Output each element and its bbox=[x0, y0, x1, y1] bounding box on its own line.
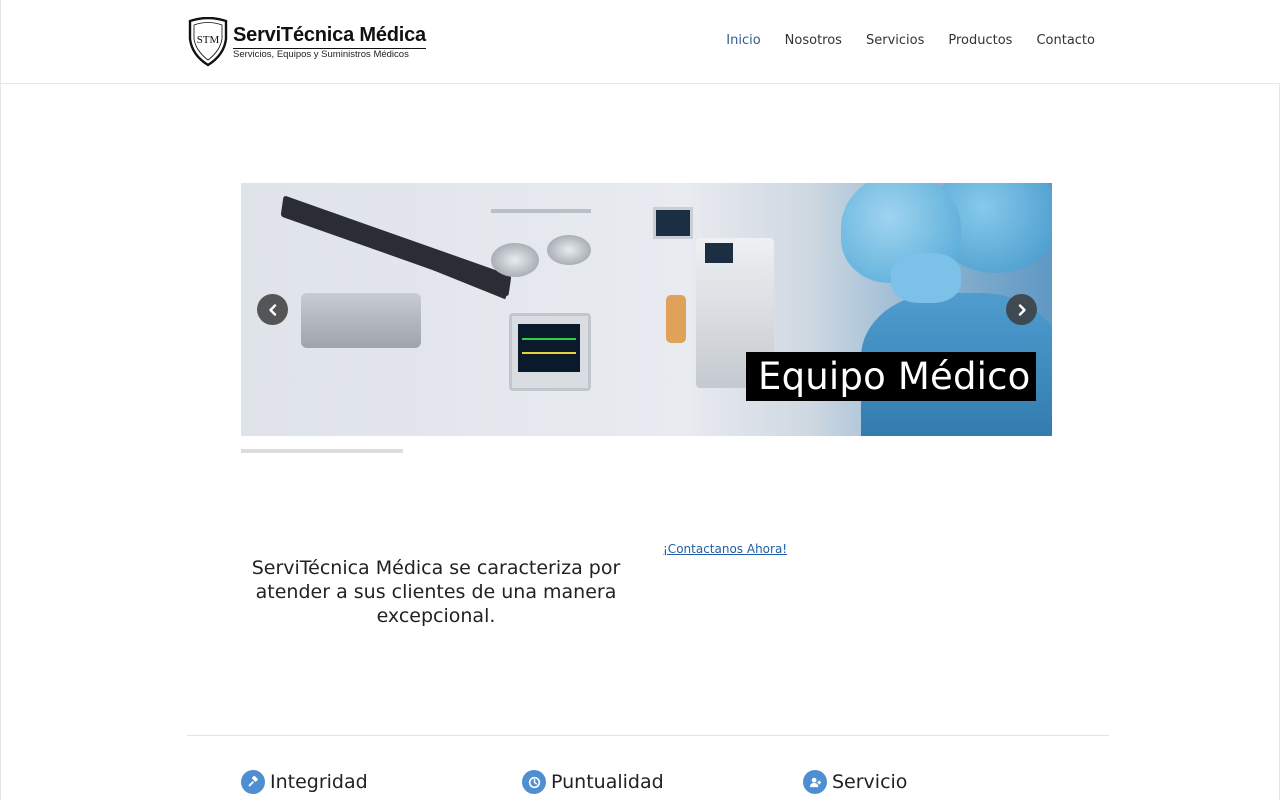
feature-servicio: Servicio bbox=[803, 770, 907, 794]
company-tagline: ServiTécnica Médica se caracteriza por a… bbox=[251, 557, 621, 627]
patient-monitor-image bbox=[509, 313, 591, 391]
page: STM ServiTécnica Médica Servicios, Equip… bbox=[0, 0, 1280, 800]
section-divider bbox=[187, 735, 1109, 736]
operating-table-image bbox=[301, 293, 421, 348]
anesthesia-screen-image bbox=[705, 243, 733, 263]
feature-integridad: Integridad bbox=[241, 770, 368, 794]
hero-slider: Equipo Médico bbox=[241, 183, 1052, 436]
feature-title: Puntualidad bbox=[551, 771, 664, 793]
brand-subtitle: Servicios, Equipos y Suministros Médicos bbox=[233, 47, 426, 60]
slider-next-button[interactable] bbox=[1006, 294, 1037, 325]
doctor-mask-image bbox=[891, 253, 961, 303]
main-nav: Inicio Nosotros Servicios Productos Cont… bbox=[702, 33, 1095, 48]
anesthesia-screen-image bbox=[653, 207, 693, 239]
nav-item-nosotros[interactable]: Nosotros bbox=[785, 33, 842, 48]
anesthesia-tank-image bbox=[666, 295, 686, 343]
user-plus-icon bbox=[803, 770, 827, 794]
clock-icon bbox=[522, 770, 546, 794]
site-header: STM ServiTécnica Médica Servicios, Equip… bbox=[1, 0, 1280, 84]
feature-puntualidad: Puntualidad bbox=[522, 770, 664, 794]
brand-title: ServiTécnica Médica bbox=[233, 23, 426, 46]
surgical-lamp-image bbox=[547, 235, 591, 265]
shield-logo-icon: STM bbox=[188, 17, 228, 67]
site-logo[interactable]: STM ServiTécnica Médica Servicios, Equip… bbox=[187, 16, 427, 68]
surgical-lamp-image bbox=[491, 243, 539, 277]
gavel-icon bbox=[241, 770, 265, 794]
nav-item-inicio[interactable]: Inicio bbox=[726, 33, 760, 48]
chevron-right-icon bbox=[1018, 303, 1026, 316]
surgical-lamp-arm-image bbox=[491, 209, 591, 213]
contact-now-link[interactable]: ¡Contactanos Ahora! bbox=[663, 542, 787, 556]
slider-progress-bar bbox=[241, 449, 403, 453]
chevron-left-icon bbox=[268, 303, 276, 316]
slider-prev-button[interactable] bbox=[257, 294, 288, 325]
nav-item-servicios[interactable]: Servicios bbox=[866, 33, 924, 48]
nav-item-productos[interactable]: Productos bbox=[948, 33, 1012, 48]
slide-caption: Equipo Médico bbox=[746, 352, 1036, 401]
nav-item-contacto[interactable]: Contacto bbox=[1036, 33, 1095, 48]
feature-title: Servicio bbox=[832, 771, 908, 793]
feature-title: Integridad bbox=[270, 771, 368, 793]
logo-monogram: STM bbox=[197, 34, 220, 46]
monitor-screen-image bbox=[518, 324, 580, 372]
